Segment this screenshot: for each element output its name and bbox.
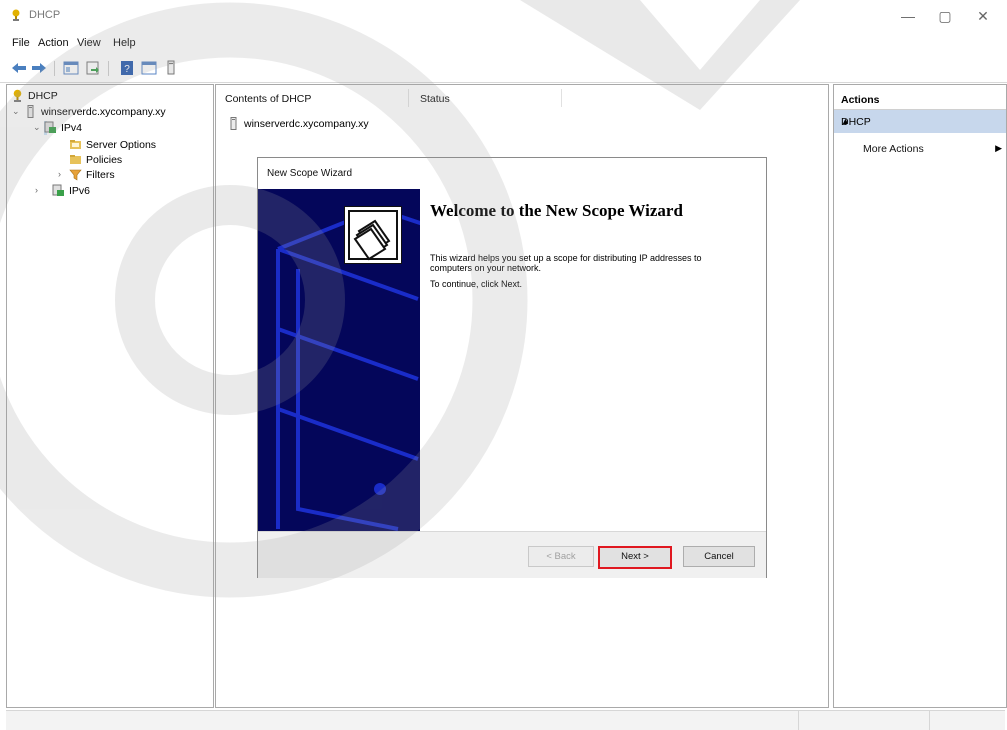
folder-icon — [70, 140, 81, 149]
dhcp-icon — [13, 89, 22, 102]
status-bar — [6, 710, 1005, 730]
collapse-up-icon[interactable]: ▲ — [841, 116, 1000, 126]
menu-bar: File Action View Help — [0, 34, 1007, 54]
column-divider[interactable] — [561, 89, 562, 107]
ipv4-icon — [44, 121, 56, 133]
console-icon[interactable] — [140, 60, 158, 76]
forward-arrow-icon[interactable] — [30, 60, 48, 76]
maximize-button[interactable]: ▢ — [935, 6, 955, 26]
menu-action[interactable]: Action — [38, 37, 69, 49]
server-icon — [27, 105, 34, 118]
submenu-arrow-icon[interactable]: ▶ — [995, 143, 1002, 154]
collapse-icon[interactable]: ⌄ — [33, 122, 41, 133]
actions-pane: Actions DHCP ▲ More Actions ▶ — [833, 84, 1007, 708]
toolbar: ? — [0, 56, 1007, 83]
ipv6-icon — [52, 184, 64, 196]
actions-group-dhcp[interactable]: DHCP ▲ — [834, 110, 1006, 133]
expand-icon[interactable]: › — [35, 185, 38, 195]
back-arrow-icon[interactable] — [10, 60, 28, 76]
toolbar-separator — [54, 61, 55, 76]
column-header-contents[interactable]: Contents of DHCP — [225, 93, 311, 105]
status-divider — [929, 711, 930, 730]
export-icon[interactable] — [84, 60, 102, 76]
status-divider — [798, 711, 799, 730]
title-bar: DHCP — ▢ ✕ — [0, 0, 1007, 32]
server-icon — [230, 117, 237, 130]
help-icon[interactable]: ? — [118, 60, 136, 76]
cancel-button[interactable]: Cancel — [683, 546, 755, 567]
next-button[interactable]: Next > — [598, 546, 672, 569]
menu-file[interactable]: File — [12, 37, 30, 49]
dhcp-icon — [12, 9, 20, 21]
row-name: winserverdc.xycompany.xy — [244, 118, 369, 130]
wizard-instruction: To continue, click Next. — [430, 279, 523, 289]
menu-help[interactable]: Help — [113, 37, 136, 49]
wizard-heading: Welcome to the New Scope Wizard — [430, 201, 683, 220]
wizard-description: This wizard helps you set up a scope for… — [430, 253, 702, 273]
tree-item-ipv4[interactable]: IPv4 — [44, 121, 82, 135]
new-scope-wizard-dialog: New Scope Wizard Welcome to the New Scop… — [257, 157, 767, 578]
server-icon[interactable] — [162, 60, 180, 76]
filter-icon — [69, 169, 82, 181]
window-title: DHCP — [29, 9, 61, 21]
back-button[interactable]: < Back — [528, 546, 594, 567]
console-tree: DHCP ⌄ winserverdc.xycompany.xy ⌄ IPv4 S… — [6, 84, 214, 708]
actions-header: Actions — [834, 85, 1006, 110]
folder-icon — [70, 155, 81, 164]
dialog-title: New Scope Wizard — [267, 168, 353, 179]
svg-text:?: ? — [124, 64, 130, 75]
column-divider[interactable] — [408, 89, 409, 107]
expand-icon[interactable]: › — [58, 169, 61, 179]
close-button[interactable]: ✕ — [973, 6, 993, 26]
wizard-folders-icon — [344, 206, 402, 264]
column-header-status[interactable]: Status — [420, 93, 450, 105]
menu-view[interactable]: View — [77, 37, 101, 49]
wizard-content: Welcome to the New Scope Wizard This wiz… — [344, 189, 765, 531]
collapse-icon[interactable]: ⌄ — [12, 106, 20, 117]
console-icon[interactable] — [62, 60, 80, 76]
minimize-button[interactable]: — — [898, 6, 918, 26]
wizard-footer: < Back Next > Cancel — [258, 531, 766, 578]
more-actions-link[interactable]: More Actions — [863, 143, 924, 155]
toolbar-separator — [108, 61, 109, 76]
